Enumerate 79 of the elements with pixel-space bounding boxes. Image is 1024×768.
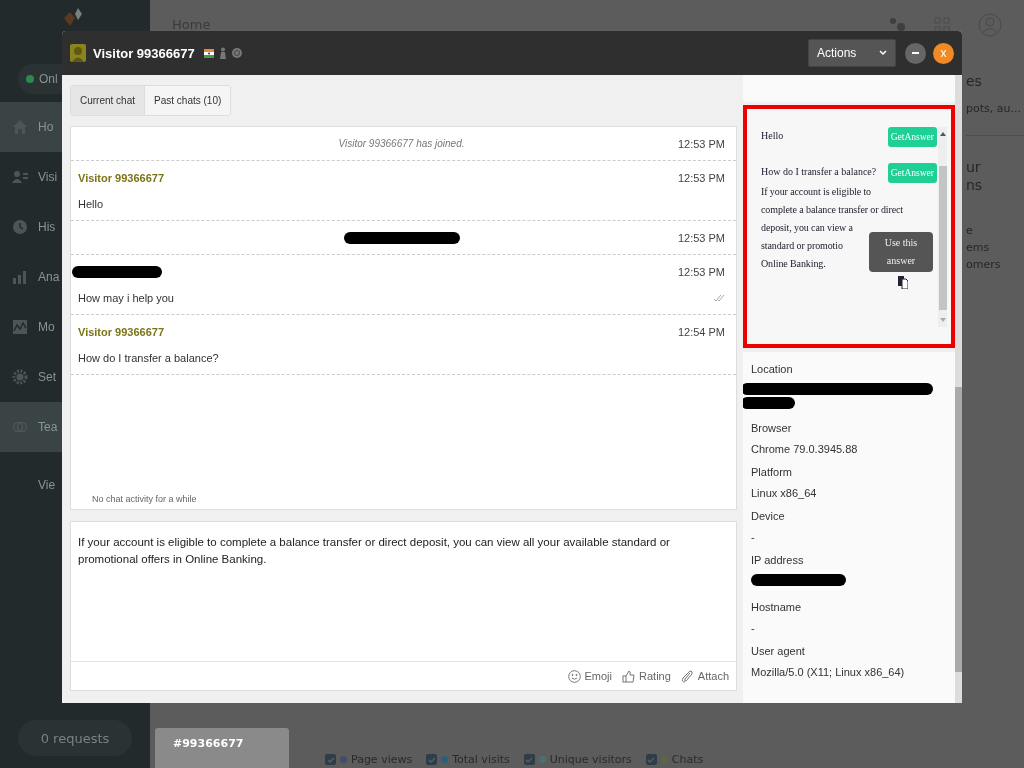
info-label: Platform <box>751 465 793 479</box>
author-name: Visitor 99366677 <box>78 325 165 338</box>
status-dot <box>26 75 34 83</box>
flag-icon <box>203 48 214 58</box>
logo-icon <box>64 8 82 26</box>
checkbox[interactable] <box>325 754 336 765</box>
grid-icon[interactable] <box>934 17 950 33</box>
rating-button[interactable]: Rating <box>622 669 671 683</box>
nav-item[interactable]: Ho <box>0 102 62 152</box>
requests-pill[interactable]: 0 requests <box>18 720 132 756</box>
message-time: 12:53 PM <box>677 265 725 278</box>
message-time: 12:54 PM <box>677 325 725 338</box>
info-label: Hostname <box>751 600 803 614</box>
close-button[interactable]: x <box>933 42 954 64</box>
redaction-mark <box>743 397 795 409</box>
info-value: - <box>751 621 756 635</box>
suggestion-question: How do I transfer a balance? <box>761 165 877 179</box>
avatar-icon <box>70 44 86 62</box>
status-label: Onl <box>39 72 58 86</box>
nav-item[interactable]: Tea <box>0 402 62 452</box>
clock-icon <box>12 219 28 235</box>
person-icon <box>218 47 227 59</box>
attach-button[interactable]: Attach <box>680 669 729 683</box>
system-message: Visitor 99366677 has joined. <box>338 138 465 149</box>
info-value: Linux x86_64 <box>751 486 818 500</box>
bar-chart-icon <box>12 269 28 285</box>
nav-item[interactable]: Set <box>0 352 62 402</box>
emoji-button[interactable]: Emoji <box>567 669 612 683</box>
message-text: How may i help you <box>78 291 174 304</box>
nav-item[interactable]: Visi <box>0 152 62 202</box>
scrollbar[interactable] <box>938 127 947 327</box>
copy-icon[interactable] <box>898 276 908 289</box>
answer-line: complete a balance transfer or direct <box>761 203 904 217</box>
info-value: - <box>751 530 756 544</box>
message-time: 12:53 PM <box>677 231 725 244</box>
idle-note: No chat activity for a while <box>91 494 198 506</box>
message-time: 12:53 PM <box>677 171 725 184</box>
window-title: Visitor 99366677 <box>93 45 195 61</box>
message-text: Hello <box>78 197 104 210</box>
nav-item[interactable]: Mo <box>0 302 62 352</box>
thumbs-up-icon <box>622 669 635 683</box>
info-label: Device <box>751 509 786 523</box>
info-label: User agent <box>751 644 806 658</box>
message-input-field[interactable]: If your account is eligible to complete a balance transfer or direct deposit, you can view all your available standard or promotional offers in Online Banking. <box>71 522 736 661</box>
info-value: Chrome 79.0.3945.88 <box>751 442 859 456</box>
answer-line: If your account is eligible to <box>761 185 872 199</box>
info-label: IP address <box>751 553 805 567</box>
tooltip: Use this answer <box>869 232 933 272</box>
nav-item[interactable]: Ana <box>0 252 62 302</box>
dots-icon[interactable] <box>890 18 906 32</box>
person-list-icon <box>12 169 28 185</box>
caret-icon <box>879 50 887 56</box>
tab[interactable]: Current chat <box>71 86 145 115</box>
answer-line: deposit, you can view a <box>761 221 853 235</box>
tab[interactable]: Past chats (10) <box>144 86 231 115</box>
status-pill[interactable]: Onl <box>18 64 62 94</box>
checkbox[interactable] <box>523 754 535 765</box>
message-time: 12:53 PM <box>677 137 725 150</box>
answer-line: standard or promotio <box>761 239 843 253</box>
message-text: How do I transfer a balance? <box>78 351 219 364</box>
visitor-tab[interactable]: #99366677 <box>155 728 289 768</box>
checkbox[interactable] <box>645 754 657 765</box>
info-label: Browser <box>751 421 793 435</box>
scrollbar[interactable] <box>955 75 962 703</box>
info-value: Mozilla/5.0 (X11; Linux x86_64) <box>751 665 906 679</box>
view-link[interactable]: Vie <box>38 478 56 492</box>
smiley-icon <box>567 669 581 683</box>
suggestion-question: Hello <box>761 129 784 143</box>
author-name: Visitor 99366677 <box>78 171 165 184</box>
settings-icon <box>12 369 28 385</box>
checkbox[interactable] <box>426 754 438 765</box>
actions-dropdown[interactable]: Actions <box>808 39 896 67</box>
answer-line: Online Banking. <box>761 257 826 271</box>
circle-icon <box>231 48 242 58</box>
line-chart-icon <box>12 319 28 335</box>
minimize-button[interactable] <box>905 42 926 64</box>
info-label: Location <box>751 362 794 376</box>
nav-item[interactable]: His <box>0 202 62 252</box>
paperclip-icon <box>680 669 694 683</box>
